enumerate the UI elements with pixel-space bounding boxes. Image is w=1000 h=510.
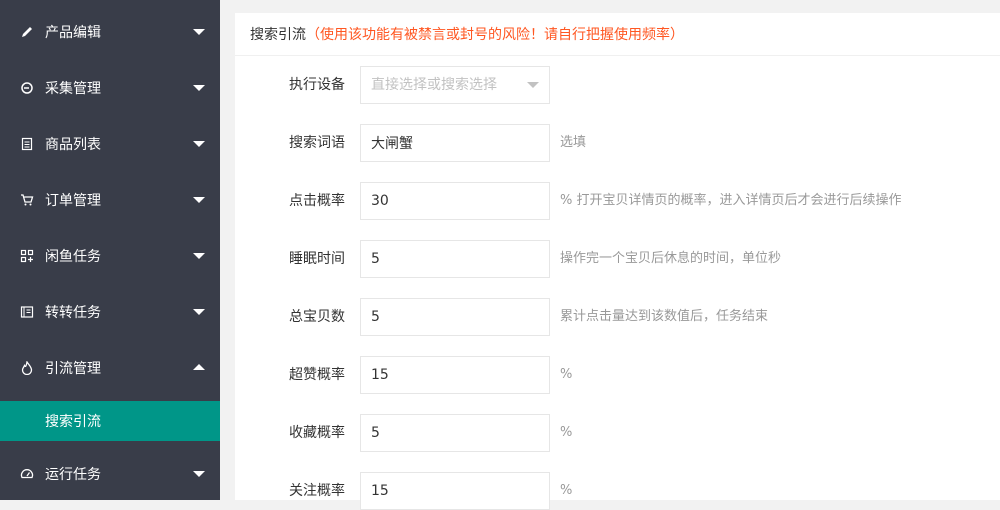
device-select-placeholder: 直接选择或搜索选择 bbox=[371, 77, 497, 93]
form-row-like-rate: 超赞概率 % bbox=[235, 356, 1000, 394]
sleep-time-input[interactable] bbox=[360, 240, 550, 278]
sidebar-item-orders[interactable]: 订单管理 bbox=[0, 172, 220, 228]
list-icon bbox=[20, 137, 34, 151]
sidebar-item-label: 转转任务 bbox=[45, 305, 101, 321]
chevron-down-icon bbox=[193, 85, 205, 91]
sidebar-item-label: 产品编辑 bbox=[45, 25, 101, 41]
form-row-follow-rate: 关注概率 % bbox=[235, 472, 1000, 510]
chevron-down-icon bbox=[193, 309, 205, 315]
form-row-keyword: 搜索词语 选填 bbox=[235, 124, 1000, 162]
chevron-down-icon bbox=[193, 29, 205, 35]
fav-rate-label: 收藏概率 bbox=[289, 425, 345, 441]
sidebar-item-zhuanzhuan-tasks[interactable]: 转转任务 bbox=[0, 284, 220, 340]
keyword-label: 搜索词语 bbox=[289, 135, 345, 151]
fav-rate-input[interactable] bbox=[360, 414, 550, 452]
sidebar: 产品编辑 采集管理 商品列表 订单管理 闲鱼任务 转转任务 引流管理 搜索引流 … bbox=[0, 0, 220, 500]
like-rate-hint: % bbox=[560, 367, 573, 382]
like-rate-input[interactable] bbox=[360, 356, 550, 394]
sleep-time-label: 睡眠时间 bbox=[289, 251, 345, 267]
chevron-up-icon bbox=[193, 364, 205, 370]
keyword-hint: 选填 bbox=[560, 135, 587, 150]
sidebar-item-traffic[interactable]: 引流管理 bbox=[0, 340, 220, 396]
warning-close: ） bbox=[670, 27, 684, 43]
chevron-down-icon bbox=[193, 197, 205, 203]
sleep-time-hint: 操作完一个宝贝后休息的时间，单位秒 bbox=[560, 251, 782, 266]
chevron-down-icon bbox=[193, 471, 205, 477]
sidebar-item-collect[interactable]: 采集管理 bbox=[0, 60, 220, 116]
chevron-down-icon bbox=[193, 141, 205, 147]
sidebar-item-goods-list[interactable]: 商品列表 bbox=[0, 116, 220, 172]
sidebar-item-label: 闲鱼任务 bbox=[45, 249, 101, 265]
follow-rate-label: 关注概率 bbox=[289, 483, 345, 499]
follow-rate-hint: % bbox=[560, 483, 573, 498]
click-rate-label: 点击概率 bbox=[289, 193, 345, 209]
sidebar-item-product-edit[interactable]: 产品编辑 bbox=[0, 4, 220, 60]
follow-rate-input[interactable] bbox=[360, 472, 550, 510]
pencil-icon bbox=[20, 25, 34, 39]
page-title: 搜索引流 bbox=[250, 27, 306, 43]
sidebar-subitem-search-traffic[interactable]: 搜索引流 bbox=[0, 401, 220, 441]
warning-text: 使用该功能有被禁言或封号的风险！请自行把握使用频率 bbox=[320, 27, 670, 43]
like-rate-label: 超赞概率 bbox=[289, 367, 345, 383]
sidebar-item-running-tasks[interactable]: 运行任务 bbox=[0, 446, 220, 502]
click-rate-input[interactable] bbox=[360, 182, 550, 220]
total-items-label: 总宝贝数 bbox=[289, 309, 345, 325]
main-panel: 搜索引流（使用该功能有被禁言或封号的风险！请自行把握使用频率） 执行设备 直接选… bbox=[235, 13, 1000, 510]
total-items-hint: 累计点击量达到该数值后，任务结束 bbox=[560, 309, 769, 324]
book-icon bbox=[20, 305, 34, 319]
gauge-icon bbox=[20, 467, 34, 481]
device-select[interactable]: 直接选择或搜索选择 bbox=[360, 66, 550, 104]
panel-header: 搜索引流（使用该功能有被禁言或封号的风险！请自行把握使用频率） bbox=[235, 13, 1000, 56]
keyword-input[interactable] bbox=[360, 124, 550, 162]
sidebar-item-xianyu-tasks[interactable]: 闲鱼任务 bbox=[0, 228, 220, 284]
sidebar-item-label: 商品列表 bbox=[45, 137, 101, 153]
chevron-down-icon bbox=[527, 82, 539, 88]
sidebar-subitem-label: 搜索引流 bbox=[45, 414, 101, 430]
form-row-fav-rate: 收藏概率 % bbox=[235, 414, 1000, 452]
warning-open: （ bbox=[306, 27, 320, 43]
sidebar-item-label: 引流管理 bbox=[45, 361, 101, 377]
fav-rate-hint: % bbox=[560, 425, 573, 440]
form-row-click-rate: 点击概率 % 打开宝贝详情页的概率，进入详情页后才会进行后续操作 bbox=[235, 182, 1000, 220]
chevron-down-icon bbox=[193, 253, 205, 259]
fire-icon bbox=[20, 361, 34, 375]
device-label: 执行设备 bbox=[289, 77, 345, 93]
sidebar-item-label: 运行任务 bbox=[45, 467, 101, 483]
grid-icon bbox=[20, 249, 34, 263]
click-rate-hint: % 打开宝贝详情页的概率，进入详情页后才会进行后续操作 bbox=[560, 193, 902, 208]
form-row-total-items: 总宝贝数 累计点击量达到该数值后，任务结束 bbox=[235, 298, 1000, 336]
form-row-device: 执行设备 直接选择或搜索选择 bbox=[235, 66, 1000, 104]
collect-icon bbox=[20, 81, 34, 95]
total-items-input[interactable] bbox=[360, 298, 550, 336]
sidebar-item-label: 采集管理 bbox=[45, 81, 101, 97]
form-row-sleep-time: 睡眠时间 操作完一个宝贝后休息的时间，单位秒 bbox=[235, 240, 1000, 278]
cart-icon bbox=[20, 193, 34, 207]
sidebar-item-label: 订单管理 bbox=[45, 193, 101, 209]
